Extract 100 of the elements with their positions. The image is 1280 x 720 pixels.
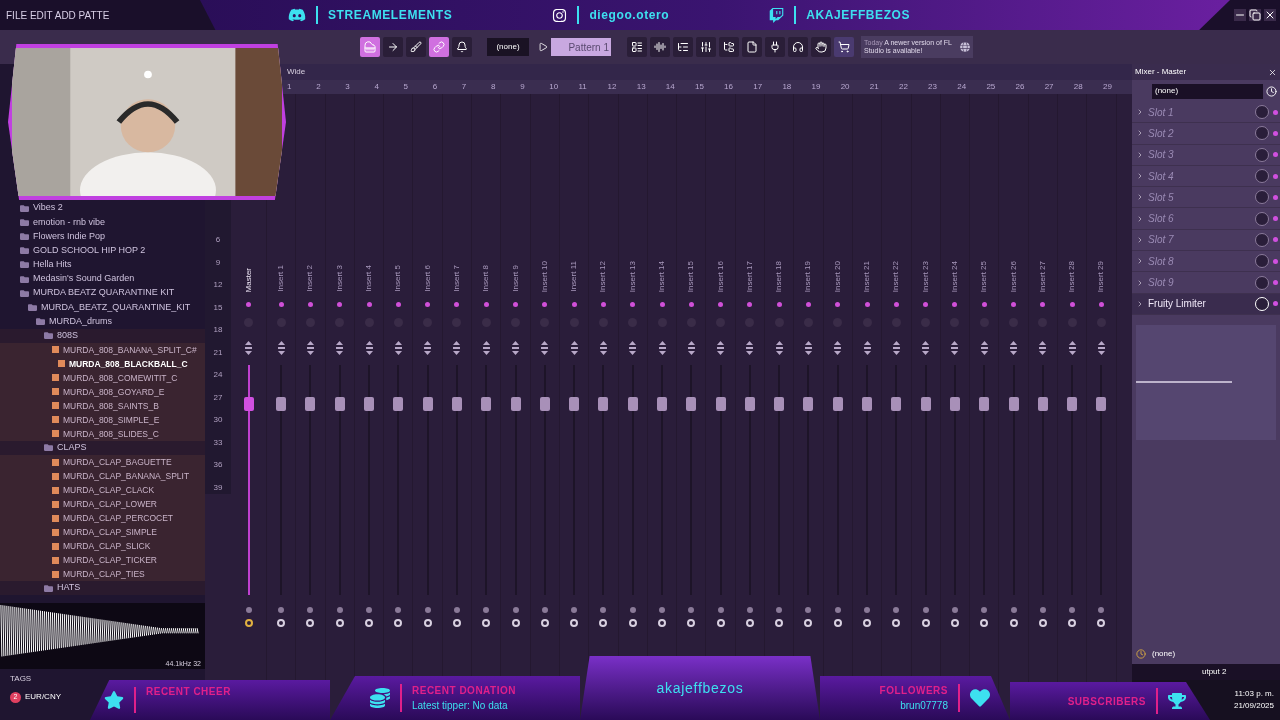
track-name[interactable]: Insert 24 (948, 260, 961, 292)
ruler-number: 23 (928, 81, 938, 93)
track-name[interactable]: Insert 28 (1066, 260, 1079, 292)
ticker-symbol: EUR/CNY (25, 691, 61, 704)
output-dropdown[interactable]: utput 2 (1202, 666, 1227, 678)
folder-item[interactable]: MURDA_BEATZ_QUARANTINE_KIT (0, 300, 205, 315)
ruler-number: 3 (345, 81, 351, 93)
track-name[interactable]: Insert 6 (421, 265, 434, 292)
ruler-number: 12 (607, 81, 618, 93)
ruler-number: 28 (1073, 81, 1084, 93)
track-name[interactable]: Insert 7 (450, 265, 463, 292)
track-name[interactable]: Insert 12 (597, 260, 610, 292)
ruler-number: 25 (986, 81, 997, 93)
effect-slot[interactable]: Slot 7 (1132, 229, 1280, 252)
subscribers-label: SUBSCRIBERS (1067, 694, 1146, 709)
pattern-dropdown[interactable]: (none) (487, 38, 529, 56)
effect-slot[interactable]: Slot 2 (1132, 123, 1280, 145)
meter-scale-number: 27 (213, 391, 223, 404)
folder-item[interactable]: Medasin's Sound Garden (0, 271, 205, 287)
track-name[interactable]: Insert 11 (568, 261, 581, 292)
folder-item[interactable]: emotion - rnb vibe (0, 215, 205, 230)
track-name[interactable]: Insert 19 (802, 260, 815, 292)
ruler-number: 20 (840, 81, 851, 93)
track-name[interactable]: Insert 2 (304, 265, 317, 292)
file-item[interactable]: MURDA_CLAP_SLICK (0, 539, 205, 554)
track-name[interactable]: Insert 29 (1095, 260, 1108, 292)
track-name[interactable]: Insert 22 (890, 260, 903, 292)
file-item[interactable]: MURDA_CLAP_TIES (0, 567, 205, 582)
effect-slot[interactable]: Slot 6 (1132, 208, 1280, 230)
donation-label: RECENT DONATION (412, 684, 516, 698)
track-name[interactable]: Insert 20 (831, 260, 844, 292)
meter-scale-number: 12 (213, 279, 223, 292)
track-name[interactable]: Insert 3 (333, 265, 346, 292)
ruler-number: 14 (665, 81, 676, 93)
menu-bar[interactable]: FILE EDIT ADD PATTE (0, 7, 200, 23)
folder-item[interactable]: Hella Hits (0, 257, 205, 272)
meter-scale-number: 36 (213, 459, 223, 472)
ruler-number: 5 (403, 81, 409, 93)
folder-item[interactable]: MURDA BEATZ QUARANTINE KIT (0, 286, 205, 301)
meter-scale-number: 24 (213, 369, 223, 382)
file-item[interactable]: MURDA_CLAP_CLACK (0, 483, 205, 498)
followers-label: FOLLOWERS (879, 684, 948, 698)
track-name[interactable]: Insert 10 (538, 260, 551, 292)
ruler-number: 7 (461, 81, 468, 93)
panel-title: Mixer - Master (1135, 66, 1187, 78)
file-item[interactable]: MURDA_CLAP_BANANA_SPLIT (0, 469, 205, 484)
meter-scale-number: 6 (215, 234, 221, 246)
meter-scale-number: 15 (213, 301, 223, 314)
view-mode-label[interactable]: Wide (287, 66, 306, 78)
effect-slot[interactable]: Slot 1 (1132, 102, 1280, 124)
ruler-number: 6 (432, 81, 439, 93)
folder-item[interactable]: HATS (0, 581, 205, 596)
ruler-number: 22 (898, 81, 909, 93)
meter-scale-number: 21 (213, 346, 223, 359)
ruler-number: 17 (753, 81, 764, 93)
file-item[interactable]: MURDA_CLAP_TICKER (0, 553, 205, 568)
track-name[interactable]: Insert 4 (363, 265, 376, 292)
effect-slot[interactable]: Slot 8 (1132, 251, 1280, 273)
cheer-label: RECENT CHEER (146, 685, 231, 699)
file-item[interactable]: MURDA_CLAP_LOWER (0, 497, 205, 512)
effect-slot[interactable]: Slot 5 (1132, 187, 1280, 209)
track-name[interactable]: Insert 14 (656, 260, 668, 292)
output-source[interactable]: (none) (1152, 648, 1176, 660)
track-name[interactable]: Insert 13 (626, 260, 639, 292)
track-name[interactable]: Insert 16 (714, 260, 727, 292)
tags-label[interactable]: TAGS (10, 673, 32, 686)
effect-slot[interactable]: Slot 3 (1132, 144, 1280, 166)
effect-slot[interactable]: Slot 4 (1132, 165, 1280, 188)
track-name[interactable]: Insert 23 (919, 260, 932, 292)
pattern-field[interactable]: Pattern 1 (551, 38, 611, 56)
track-name[interactable]: Insert 5 (392, 265, 405, 292)
folder-item[interactable]: GOLD SCHOOL HIP HOP 2 (0, 243, 205, 258)
track-name[interactable]: Master (242, 267, 255, 292)
folder-item[interactable]: Vibes 2 (0, 201, 205, 216)
file-item[interactable]: MURDA_CLAP_PERCOCET (0, 511, 205, 526)
track-name[interactable]: Insert 1 (275, 265, 288, 292)
folder-item[interactable]: MURDA_drums (0, 314, 205, 329)
track-name[interactable]: Insert 21 (861, 260, 874, 292)
folder-item[interactable]: 808S (0, 328, 205, 343)
track-name[interactable]: Insert 27 (1036, 260, 1049, 292)
effect-slot[interactable]: Slot 9 (1132, 272, 1280, 294)
track-name[interactable]: Insert 15 (685, 260, 698, 292)
track-name[interactable]: Insert 9 (509, 265, 522, 292)
input-dropdown[interactable]: (none) (1152, 83, 1263, 99)
ruler-number: 1 (287, 81, 293, 93)
file-item[interactable]: MURDA_CLAP_BAGUETTE (0, 455, 205, 470)
track-name[interactable]: Insert 8 (480, 265, 493, 292)
file-item[interactable]: MURDA_CLAP_SIMPLE (0, 525, 205, 540)
track-name[interactable]: Insert 26 (1007, 260, 1020, 292)
folder-item[interactable]: Flowers Indie Pop (0, 229, 205, 244)
track-name[interactable]: Insert 18 (773, 260, 786, 292)
track-name[interactable]: Insert 17 (743, 260, 756, 292)
track-name[interactable]: Insert 25 (978, 260, 991, 292)
effect-slot[interactable]: Fruity Limiter (1132, 293, 1280, 315)
ruler-number: 10 (549, 81, 560, 93)
ruler-number: 13 (636, 81, 647, 93)
clock-time: 11:03 p. m. (1234, 688, 1274, 700)
ruler-number: 21 (869, 81, 880, 93)
ruler-number: 8 (491, 81, 497, 93)
ruler-number: 4 (374, 81, 380, 93)
